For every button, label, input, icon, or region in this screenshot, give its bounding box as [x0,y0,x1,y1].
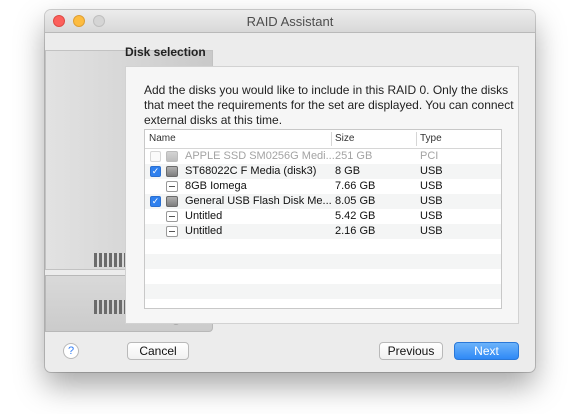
cell-size: 8 GB [335,165,361,177]
include-disk-checkbox[interactable]: ✓ [150,196,161,207]
table-row[interactable]: ✓ ST68022C F Media (disk3) 8 GB USB [145,164,501,179]
disk-table[interactable]: Name Size Type APPLE SSD SM0256G Medi...… [144,129,502,309]
cell-name: 8GB Iomega [185,180,247,192]
table-row[interactable]: 8GB Iomega 7.66 GB USB [145,179,501,194]
previous-button[interactable]: Previous [379,342,443,360]
table-row-empty [145,254,501,269]
cell-name: General USB Flash Disk Me... [185,195,332,207]
cell-name: ST68022C F Media (disk3) [185,165,317,177]
window-title: RAID Assistant [246,14,334,29]
cell-type: USB [420,165,443,177]
volume-icon [166,226,178,237]
volume-icon [166,181,178,192]
cell-type: USB [420,180,443,192]
table-row[interactable]: APPLE SSD SM0256G Medi... 251 GB PCI [145,149,501,164]
volume-icon [166,211,178,222]
section-title: Disk selection [125,45,206,59]
drive-icon [166,166,178,177]
cell-type: USB [420,195,443,207]
column-header-type[interactable]: Type [420,133,442,144]
cell-size: 7.66 GB [335,180,376,192]
help-button[interactable]: ? [63,343,79,359]
cancel-button[interactable]: Cancel [127,342,189,360]
cell-type: USB [420,225,443,237]
table-row[interactable]: ✓ General USB Flash Disk Me... 8.05 GB USB [145,194,501,209]
table-row[interactable]: Untitled 2.16 GB USB [145,224,501,239]
raid-assistant-window: RAID Assistant Disk selection Add the di… [45,10,535,372]
instructions-text: Add the disks you would like to include … [144,83,514,127]
cell-type: PCI [420,150,439,162]
cell-name: APPLE SSD SM0256G Medi... [185,150,335,162]
table-header: Name Size Type [145,130,501,149]
drive-icon [166,196,178,207]
cell-size: 2.16 GB [335,225,376,237]
cell-name: Untitled [185,225,223,237]
table-row-empty [145,269,501,284]
cell-size: 8.05 GB [335,195,376,207]
table-row-empty [145,299,501,308]
column-header-name[interactable]: Name [149,133,176,144]
table-row[interactable]: Untitled 5.42 GB USB [145,209,501,224]
table-row-empty [145,239,501,254]
include-disk-checkbox[interactable]: ✓ [150,166,161,177]
next-button[interactable]: Next [454,342,519,360]
cell-type: USB [420,210,443,222]
cell-name: Untitled [185,210,223,222]
table-row-empty [145,284,501,299]
cell-size: 251 GB [335,150,373,162]
include-disk-checkbox [150,151,161,162]
cell-size: 5.42 GB [335,210,376,222]
column-header-size[interactable]: Size [335,133,354,144]
title-bar: RAID Assistant [45,10,535,33]
drive-icon [166,151,178,162]
